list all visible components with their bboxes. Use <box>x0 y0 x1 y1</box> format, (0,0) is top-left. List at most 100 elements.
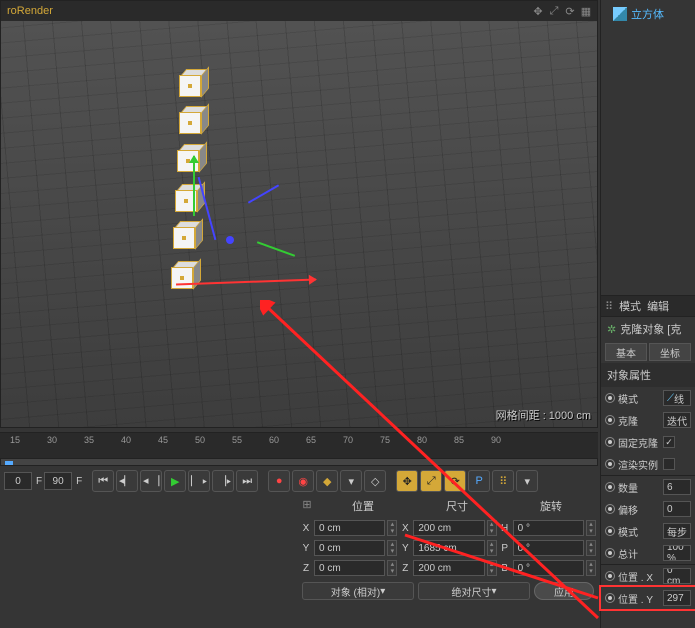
autokey-button[interactable]: ◉ <box>292 470 314 492</box>
frame-unit-label-2: F <box>76 476 82 487</box>
point-tool-button[interactable]: ⠿ <box>492 470 514 492</box>
options-button[interactable]: ▾ <box>516 470 538 492</box>
anim-dot[interactable] <box>605 571 615 581</box>
viewport-grid[interactable]: 网格间距 : 1000 cm <box>1 21 597 427</box>
pos-x-field[interactable]: 0 cm <box>663 568 691 584</box>
spinner[interactable]: ▴▾ <box>487 520 497 536</box>
spinner[interactable]: ▴▾ <box>387 560 397 576</box>
cube-object-5[interactable] <box>173 221 201 249</box>
anim-dot[interactable] <box>605 504 615 514</box>
cube-icon <box>613 7 627 21</box>
next-key-button[interactable]: ⎹▸ <box>212 470 234 492</box>
move-view-icon[interactable]: ✥ <box>531 4 545 18</box>
offset-field[interactable]: 0 <box>663 501 691 517</box>
anim-dot[interactable] <box>605 393 615 403</box>
record-button[interactable]: ● <box>268 470 290 492</box>
spinner[interactable]: ▴▾ <box>487 560 497 576</box>
prev-frame-button[interactable]: ◂⎹ <box>140 470 162 492</box>
timeline-scrubber[interactable] <box>0 458 598 466</box>
axis-z-handle[interactable] <box>226 236 234 244</box>
rotate-view-icon[interactable]: ⟳ <box>563 4 577 18</box>
rot-h-field[interactable]: 0 ° <box>513 520 584 536</box>
frame-end-input[interactable] <box>44 472 72 490</box>
edit-menu[interactable]: 编辑 <box>647 298 669 314</box>
tree-item-cube[interactable]: 立方体 <box>605 4 691 24</box>
axis-label: Z <box>300 563 312 574</box>
key-options-button[interactable]: ▾ <box>340 470 362 492</box>
anim-dot[interactable] <box>605 437 615 447</box>
viewport-3d[interactable]: roRender ✥ ⤢ ⟳ ▦ 网格间距 : 1000 cm <box>0 0 598 428</box>
param-tool-button[interactable]: P <box>468 470 490 492</box>
keyframe-button[interactable]: ◆ <box>316 470 338 492</box>
cube-object-1[interactable] <box>179 69 207 97</box>
fix-clone-checkbox[interactable] <box>663 436 675 448</box>
total-field[interactable]: 100 % <box>663 545 691 561</box>
step-mode-field[interactable]: 每步 <box>663 523 691 539</box>
anim-dot[interactable] <box>605 482 615 492</box>
object-tree[interactable]: 立方体 <box>601 0 695 40</box>
axis-label: Y <box>399 543 411 554</box>
anim-dot[interactable] <box>605 459 615 469</box>
count-field[interactable]: 6 <box>663 479 691 495</box>
ruler-tick: 70 <box>343 435 353 445</box>
play-button[interactable]: ▶ <box>164 470 186 492</box>
axis-y-arrow[interactable] <box>193 156 195 216</box>
layout-view-icon[interactable]: ▦ <box>579 4 593 18</box>
relative-dropdown[interactable]: 对象 (相对) ▾ <box>302 582 414 600</box>
ruler-tick: 45 <box>158 435 168 445</box>
spinner[interactable]: ▴▾ <box>387 520 397 536</box>
axis-label: X <box>399 523 411 534</box>
anim-dot[interactable] <box>605 593 615 603</box>
tab-basic[interactable]: 基本 <box>605 343 647 361</box>
spinner[interactable]: ▴▾ <box>487 540 497 556</box>
pos-z-field[interactable]: 0 cm <box>314 560 385 576</box>
anim-dot[interactable] <box>605 415 615 425</box>
timeline-ruler[interactable]: 1530354045505560657075808590 <box>0 432 598 458</box>
mode-field[interactable]: ⟋ 线 <box>663 390 691 406</box>
prev-key-button[interactable]: ◂⎸ <box>116 470 138 492</box>
pos-y-field[interactable]: 297 <box>663 590 691 606</box>
coord-row: Z 0 cm ▴▾ Z 200 cm ▴▾ B 0 ° ▴▾ <box>298 558 598 578</box>
timeline-playhead[interactable] <box>5 461 13 465</box>
zoom-view-icon[interactable]: ⤢ <box>547 4 561 18</box>
ruler-tick: 75 <box>380 435 390 445</box>
ruler-tick: 55 <box>232 435 242 445</box>
rot-p-field[interactable]: 0 ° <box>513 540 584 556</box>
goto-end-button[interactable]: ⏭ <box>236 470 258 492</box>
frame-start-input[interactable] <box>4 472 32 490</box>
tab-coord[interactable]: 坐标 <box>649 343 691 361</box>
clone-field[interactable]: 迭代 <box>663 412 691 428</box>
pos-x-field[interactable]: 0 cm <box>314 520 385 536</box>
abs-size-dropdown[interactable]: 绝对尺寸 ▾ <box>418 582 530 600</box>
clone-object-label: 克隆对象 [克 <box>620 321 681 337</box>
axis-label: X <box>300 523 312 534</box>
goto-start-button[interactable]: ⏮ <box>92 470 114 492</box>
rot-b-field[interactable]: 0 ° <box>513 560 584 576</box>
rotate-tool-button[interactable]: ⟳ <box>444 470 466 492</box>
spinner[interactable]: ▴▾ <box>586 520 596 536</box>
mode-menu[interactable]: 模式 <box>619 298 641 314</box>
key-all-button[interactable]: ◇ <box>364 470 386 492</box>
ruler-tick: 50 <box>195 435 205 445</box>
scale-tool-button[interactable]: ⤢ <box>420 470 442 492</box>
render-engine-label: roRender <box>7 5 53 17</box>
next-frame-button[interactable]: ⎸▸ <box>188 470 210 492</box>
render-inst-checkbox[interactable] <box>663 458 675 470</box>
spinner[interactable]: ▴▾ <box>586 560 596 576</box>
cube-object-2[interactable] <box>179 106 207 134</box>
pos-y-field[interactable]: 0 cm <box>314 540 385 556</box>
ruler-tick: 15 <box>10 435 20 445</box>
size-z-field[interactable]: 200 cm <box>413 560 484 576</box>
anim-dot[interactable] <box>605 548 615 558</box>
size-x-field[interactable]: 200 cm <box>413 520 484 536</box>
anim-dot[interactable] <box>605 526 615 536</box>
axis-label: Z <box>399 563 411 574</box>
size-y-field[interactable]: 1685 cm <box>413 540 484 556</box>
spinner[interactable]: ▴▾ <box>586 540 596 556</box>
rot-axis-label: H <box>499 523 511 534</box>
apply-button[interactable]: 应用 <box>534 582 594 600</box>
move-tool-button[interactable]: ✥ <box>396 470 418 492</box>
cube-object-4[interactable] <box>175 184 203 212</box>
spinner[interactable]: ▴▾ <box>387 540 397 556</box>
menu-icon[interactable]: ⠿ <box>605 300 613 313</box>
